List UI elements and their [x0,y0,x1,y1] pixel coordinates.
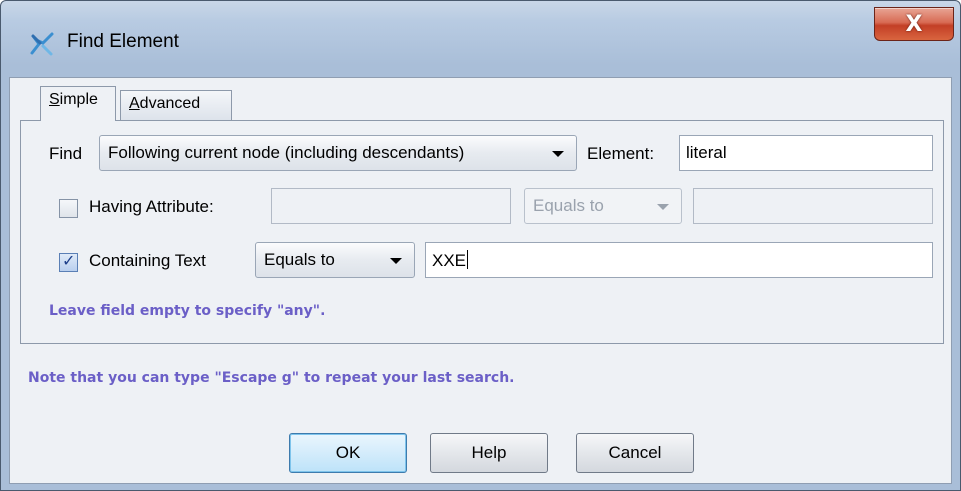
element-label: Element: [587,144,655,163]
attribute-operator-value: Equals to [533,196,604,215]
find-label: Find [49,144,83,163]
text-value-input[interactable]: XXE [425,242,933,278]
search-scope-dropdown[interactable]: Following current node (including descen… [99,135,577,171]
find-element-dialog: Find Element X Simple Advanced Find Foll… [0,0,961,491]
dialog-body: Simple Advanced Find Following current n… [9,77,952,484]
having-attribute-label: Having Attribute: [89,197,214,216]
close-icon: X [905,12,923,37]
chevron-down-icon [390,258,402,264]
search-scope-value: Following current node (including descen… [108,143,465,162]
simple-tab-panel: Find Following current node (including d… [20,120,944,344]
escape-g-hint: Note that you can type "Escape g" to rep… [28,370,515,386]
cancel-button[interactable]: Cancel [576,433,694,473]
attribute-operator-dropdown[interactable]: Equals to [524,188,682,224]
xxe-find-icon [30,32,54,56]
tab-advanced[interactable]: Advanced [120,90,232,120]
help-button[interactable]: Help [430,433,548,473]
having-attribute-checkbox[interactable] [59,199,78,218]
text-operator-value: Equals to [264,250,335,269]
containing-text-checkbox[interactable]: ✓ [59,251,78,272]
title-bar[interactable]: Find Element X [1,1,960,77]
close-button[interactable]: X [874,7,954,41]
chevron-down-icon [552,151,564,157]
checkmark-icon: ✓ [62,251,76,270]
ok-button[interactable]: OK [289,433,407,473]
attribute-name-input[interactable] [271,188,511,224]
text-operator-dropdown[interactable]: Equals to [255,242,415,278]
chevron-down-icon [657,204,669,210]
window-title: Find Element [67,31,179,52]
element-name-input[interactable]: literal [679,135,933,171]
text-caret [467,250,469,269]
empty-field-hint: Leave field empty to specify "any". [49,303,326,319]
containing-text-label: Containing Text [89,251,206,270]
attribute-value-input[interactable] [693,188,933,224]
tab-simple[interactable]: Simple [40,86,116,121]
